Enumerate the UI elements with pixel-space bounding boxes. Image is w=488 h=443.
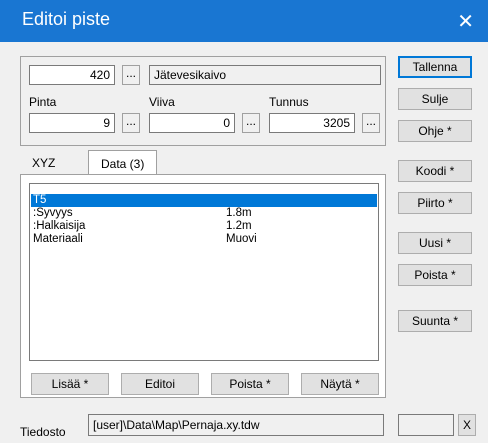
tunnus-field[interactable]: 3205 — [269, 113, 355, 133]
point-properties-group: 420 ... Jätevesikaivo Pinta 9 ... Viiva … — [20, 56, 386, 146]
pinta-field[interactable]: 9 — [29, 113, 115, 133]
tab-data[interactable]: Data (3) — [88, 150, 158, 175]
close-button[interactable]: Sulje — [398, 88, 472, 110]
viiva-field[interactable]: 0 — [149, 113, 235, 133]
list-item-name: Materiaali — [33, 233, 83, 245]
list-item[interactable]: :Syvyys 1.8m — [31, 207, 377, 220]
viiva-browse-button[interactable]: ... — [242, 113, 260, 133]
pinta-label: Pinta — [29, 95, 57, 109]
delete-button[interactable]: Poista * — [398, 264, 472, 286]
tunnus-browse-button[interactable]: ... — [362, 113, 380, 133]
new-button[interactable]: Uusi * — [398, 232, 472, 254]
list-item[interactable]: :Halkaisija 1.2m — [31, 220, 377, 233]
list-item-name: :Halkaisija — [33, 220, 86, 232]
file-extra-field — [398, 414, 454, 436]
window-title: Editoi piste — [22, 9, 111, 29]
list-item-name: T5 — [33, 194, 47, 206]
add-button[interactable]: Lisää * — [31, 373, 109, 395]
file-path-field: [user]\Data\Map\Pernaja.xy.tdw — [88, 414, 384, 436]
code-button[interactable]: Koodi * — [398, 160, 472, 182]
list-item-value: 1.8m — [226, 207, 252, 219]
tab-xyz[interactable]: XYZ — [32, 152, 55, 174]
help-button[interactable]: Ohje * — [398, 120, 472, 142]
data-list[interactable]: T5 :Syvyys 1.8m :Halkaisija 1.2m Materia… — [29, 183, 379, 361]
direction-button[interactable]: Suunta * — [398, 310, 472, 332]
draw-button[interactable]: Piirto * — [398, 192, 472, 214]
list-item-value: 1.2m — [226, 220, 252, 232]
file-label: Tiedosto — [20, 425, 66, 439]
list-item-name: :Syvyys — [33, 207, 73, 219]
point-number-browse-button[interactable]: ... — [122, 65, 140, 85]
close-icon[interactable]: ✕ — [457, 9, 474, 34]
data-tab-panel: T5 :Syvyys 1.8m :Halkaisija 1.2m Materia… — [20, 174, 386, 398]
edit-button[interactable]: Editoi — [121, 373, 199, 395]
tab-strip: XYZ Data (3) — [20, 150, 384, 176]
tunnus-label: Tunnus — [269, 95, 309, 109]
remove-row-button[interactable]: Poista * — [211, 373, 289, 395]
list-item[interactable]: Materiaali Muovi — [31, 233, 377, 246]
show-button[interactable]: Näytä * — [301, 373, 379, 395]
point-number-field[interactable]: 420 — [29, 65, 115, 85]
point-type-field: Jätevesikaivo — [149, 65, 381, 85]
clear-file-button[interactable]: X — [458, 414, 476, 436]
viiva-label: Viiva — [149, 95, 175, 109]
list-item-value: Muovi — [226, 233, 257, 245]
title-bar: Editoi piste ✕ — [0, 0, 488, 42]
save-button[interactable]: Tallenna — [398, 56, 472, 78]
pinta-browse-button[interactable]: ... — [122, 113, 140, 133]
list-item[interactable]: T5 — [31, 194, 377, 207]
